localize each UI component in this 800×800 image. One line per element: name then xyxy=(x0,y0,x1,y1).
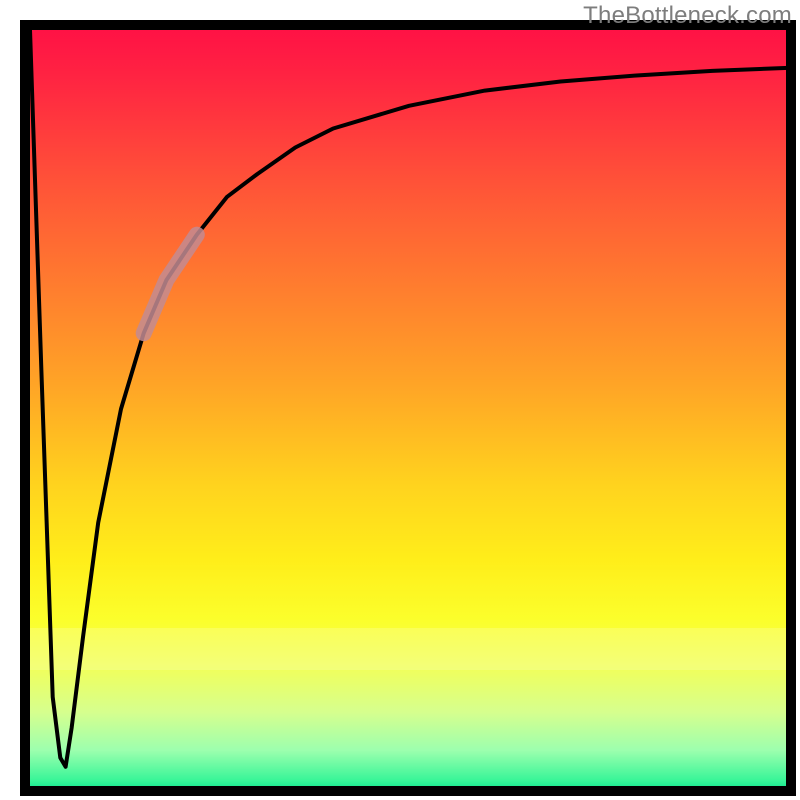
chart-root: TheBottleneck.com xyxy=(0,0,800,800)
axis-bottom xyxy=(20,786,796,796)
bottleneck-curve-line xyxy=(30,30,788,767)
axis-left xyxy=(20,20,30,796)
axis-right xyxy=(786,20,796,796)
bottleneck-curve-highlight xyxy=(144,235,197,334)
plot-area xyxy=(30,30,788,788)
watermark-text: TheBottleneck.com xyxy=(583,2,792,30)
curve-svg xyxy=(30,30,788,788)
